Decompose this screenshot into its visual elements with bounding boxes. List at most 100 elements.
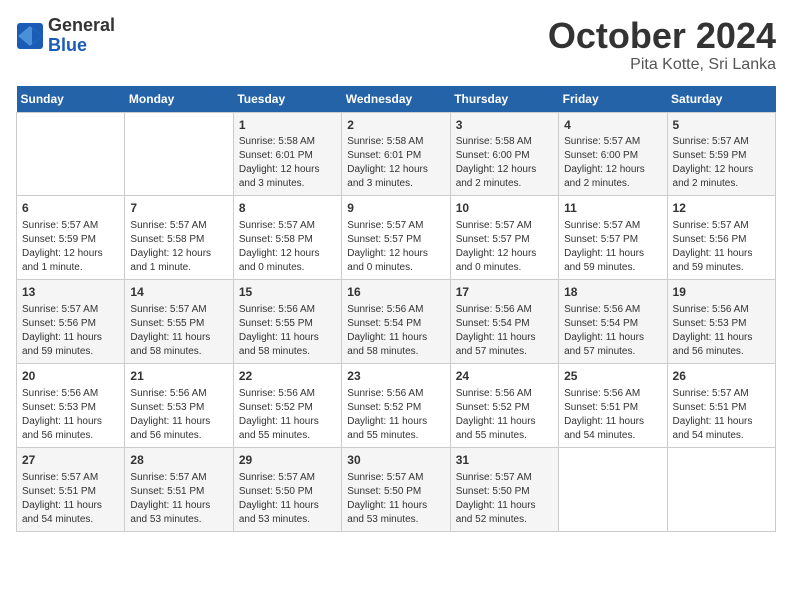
day-info-line: Daylight: 12 hours and 1 minute. bbox=[130, 247, 227, 275]
day-info-line: Sunset: 5:58 PM bbox=[239, 233, 336, 247]
title-block: October 2024 Pita Kotte, Sri Lanka bbox=[548, 16, 776, 74]
day-info-line: Daylight: 12 hours and 0 minutes. bbox=[347, 247, 444, 275]
calendar-cell: 29Sunrise: 5:57 AMSunset: 5:50 PMDayligh… bbox=[233, 447, 341, 531]
day-info-line: Sunset: 5:54 PM bbox=[347, 317, 444, 331]
day-number: 26 bbox=[673, 368, 770, 385]
day-info-line: Sunrise: 5:56 AM bbox=[564, 303, 661, 317]
day-number: 13 bbox=[22, 284, 119, 301]
day-info-line: Sunset: 6:00 PM bbox=[564, 149, 661, 163]
day-number: 21 bbox=[130, 368, 227, 385]
day-number: 8 bbox=[239, 200, 336, 217]
calendar-cell: 8Sunrise: 5:57 AMSunset: 5:58 PMDaylight… bbox=[233, 196, 341, 280]
calendar-cell: 20Sunrise: 5:56 AMSunset: 5:53 PMDayligh… bbox=[17, 363, 125, 447]
day-number: 27 bbox=[22, 452, 119, 469]
day-info-line: Daylight: 12 hours and 0 minutes. bbox=[239, 247, 336, 275]
day-info-line: Sunset: 5:57 PM bbox=[347, 233, 444, 247]
day-info-line: Daylight: 12 hours and 2 minutes. bbox=[456, 163, 553, 191]
day-info-line: Sunset: 5:57 PM bbox=[564, 233, 661, 247]
day-number: 17 bbox=[456, 284, 553, 301]
day-info-line: Sunrise: 5:56 AM bbox=[239, 387, 336, 401]
day-info-line: Sunset: 5:59 PM bbox=[22, 233, 119, 247]
calendar-table: Sunday Monday Tuesday Wednesday Thursday… bbox=[16, 86, 776, 532]
calendar-cell: 12Sunrise: 5:57 AMSunset: 5:56 PMDayligh… bbox=[667, 196, 775, 280]
day-info-line: Sunrise: 5:57 AM bbox=[22, 219, 119, 233]
calendar-week-row: 13 Sunrise: 5:57 AM Sunset: 5:56 PM Dayligh… bbox=[17, 280, 776, 364]
day-number: 10 bbox=[456, 200, 553, 217]
day-info-line: Sunrise: 5:57 AM bbox=[130, 471, 227, 485]
day-info-line: Daylight: 11 hours and 57 minutes. bbox=[456, 331, 553, 359]
col-thursday: Thursday bbox=[450, 86, 558, 113]
day-info-line: Sunrise: 5:56 AM bbox=[347, 387, 444, 401]
day-number: 29 bbox=[239, 452, 336, 469]
calendar-week-row: 27Sunrise: 5:57 AMSunset: 5:51 PMDayligh… bbox=[17, 447, 776, 531]
day-info-line: Sunset: 5:56 PM bbox=[673, 233, 770, 247]
day-info-line: Sunset: 6:01 PM bbox=[347, 149, 444, 163]
day-info-line: Daylight: 11 hours and 58 minutes. bbox=[130, 331, 227, 359]
calendar-cell: 24Sunrise: 5:56 AMSunset: 5:52 PMDayligh… bbox=[450, 363, 558, 447]
day-info-line: Daylight: 11 hours and 53 minutes. bbox=[239, 499, 336, 527]
day-number: 5 bbox=[673, 117, 770, 134]
logo-icon bbox=[16, 22, 44, 50]
calendar-cell: 13Sunrise: 5:57 AMSunset: 5:56 PMDayligh… bbox=[17, 280, 125, 364]
day-info-line: Sunrise: 5:57 AM bbox=[130, 303, 227, 317]
day-info-line: Daylight: 11 hours and 54 minutes. bbox=[673, 415, 770, 443]
day-info-line: Sunset: 5:50 PM bbox=[347, 485, 444, 499]
calendar-header: Sunday Monday Tuesday Wednesday Thursday… bbox=[17, 86, 776, 113]
day-info-line: Daylight: 11 hours and 54 minutes. bbox=[22, 499, 119, 527]
calendar-cell: 27Sunrise: 5:57 AMSunset: 5:51 PMDayligh… bbox=[17, 447, 125, 531]
day-info-line: Sunrise: 5:56 AM bbox=[130, 387, 227, 401]
day-info-line: Sunset: 5:52 PM bbox=[239, 401, 336, 415]
day-info-line: Sunset: 5:56 PM bbox=[22, 317, 119, 331]
day-info-line: Daylight: 11 hours and 56 minutes. bbox=[673, 331, 770, 359]
day-info-line: Daylight: 12 hours and 3 minutes. bbox=[239, 163, 336, 191]
logo: General Blue bbox=[16, 16, 115, 56]
calendar-cell: 16 Sunrise: 5:56 AMSunset: 5:54 PMDayligh… bbox=[342, 280, 450, 364]
calendar-cell: 1Sunrise: 5:58 AMSunset: 6:01 PMDaylight… bbox=[233, 112, 341, 196]
day-info-line: Sunset: 5:51 PM bbox=[564, 401, 661, 415]
calendar-week-row: 20Sunrise: 5:56 AMSunset: 5:53 PMDayligh… bbox=[17, 363, 776, 447]
calendar-cell: 19Sunrise: 5:56 AMSunset: 5:53 PMDayligh… bbox=[667, 280, 775, 364]
calendar-cell: 2Sunrise: 5:58 AMSunset: 6:01 PMDaylight… bbox=[342, 112, 450, 196]
day-info-line: Sunset: 5:53 PM bbox=[130, 401, 227, 415]
day-number: 12 bbox=[673, 200, 770, 217]
day-info-line: Sunrise: 5:56 AM bbox=[456, 387, 553, 401]
calendar-cell bbox=[667, 447, 775, 531]
calendar-cell: 21Sunrise: 5:56 AMSunset: 5:53 PMDayligh… bbox=[125, 363, 233, 447]
day-info-line: Daylight: 11 hours and 59 minutes. bbox=[564, 247, 661, 275]
day-info-line: Daylight: 12 hours and 2 minutes. bbox=[564, 163, 661, 191]
day-info-line: Sunrise: 5:57 AM bbox=[456, 471, 553, 485]
day-number: 22 bbox=[239, 368, 336, 385]
day-info-line: Sunset: 5:53 PM bbox=[22, 401, 119, 415]
day-info-line: Daylight: 11 hours and 55 minutes. bbox=[239, 415, 336, 443]
col-wednesday: Wednesday bbox=[342, 86, 450, 113]
day-info-line: Daylight: 11 hours and 52 minutes. bbox=[456, 499, 553, 527]
day-info-line: Sunrise: 5:56 AM bbox=[239, 303, 336, 317]
logo-blue-text: Blue bbox=[48, 36, 115, 56]
calendar-body: 1Sunrise: 5:58 AMSunset: 6:01 PMDaylight… bbox=[17, 112, 776, 531]
day-info-line: Daylight: 11 hours and 55 minutes. bbox=[456, 415, 553, 443]
calendar-cell: 3Sunrise: 5:58 AMSunset: 6:00 PMDaylight… bbox=[450, 112, 558, 196]
day-info-line: Sunrise: 5:56 AM bbox=[347, 303, 444, 317]
calendar-cell: 31Sunrise: 5:57 AMSunset: 5:50 PMDayligh… bbox=[450, 447, 558, 531]
day-info-line: Sunrise: 5:57 AM bbox=[564, 219, 661, 233]
day-number: 11 bbox=[564, 200, 661, 217]
day-number: 16 bbox=[347, 284, 444, 301]
calendar-cell: 6Sunrise: 5:57 AMSunset: 5:59 PMDaylight… bbox=[17, 196, 125, 280]
col-friday: Friday bbox=[559, 86, 667, 113]
day-info-line: Sunrise: 5:56 AM bbox=[564, 387, 661, 401]
calendar-cell: 10Sunrise: 5:57 AMSunset: 5:57 PMDayligh… bbox=[450, 196, 558, 280]
col-monday: Monday bbox=[125, 86, 233, 113]
day-info-line: Daylight: 12 hours and 2 minutes. bbox=[673, 163, 770, 191]
day-info-line: Sunset: 6:01 PM bbox=[239, 149, 336, 163]
day-info-line: Sunrise: 5:58 AM bbox=[239, 135, 336, 149]
day-info-line: Sunrise: 5:57 AM bbox=[347, 471, 444, 485]
day-number: 15 bbox=[239, 284, 336, 301]
col-tuesday: Tuesday bbox=[233, 86, 341, 113]
day-info-line: Daylight: 11 hours and 54 minutes. bbox=[564, 415, 661, 443]
day-info-line: Sunset: 5:52 PM bbox=[456, 401, 553, 415]
calendar-cell bbox=[559, 447, 667, 531]
day-info-line: Daylight: 11 hours and 58 minutes. bbox=[347, 331, 444, 359]
day-info-line: Sunrise: 5:56 AM bbox=[22, 387, 119, 401]
day-info-line: Daylight: 12 hours and 3 minutes. bbox=[347, 163, 444, 191]
day-info-line: Sunrise: 5:57 AM bbox=[564, 135, 661, 149]
